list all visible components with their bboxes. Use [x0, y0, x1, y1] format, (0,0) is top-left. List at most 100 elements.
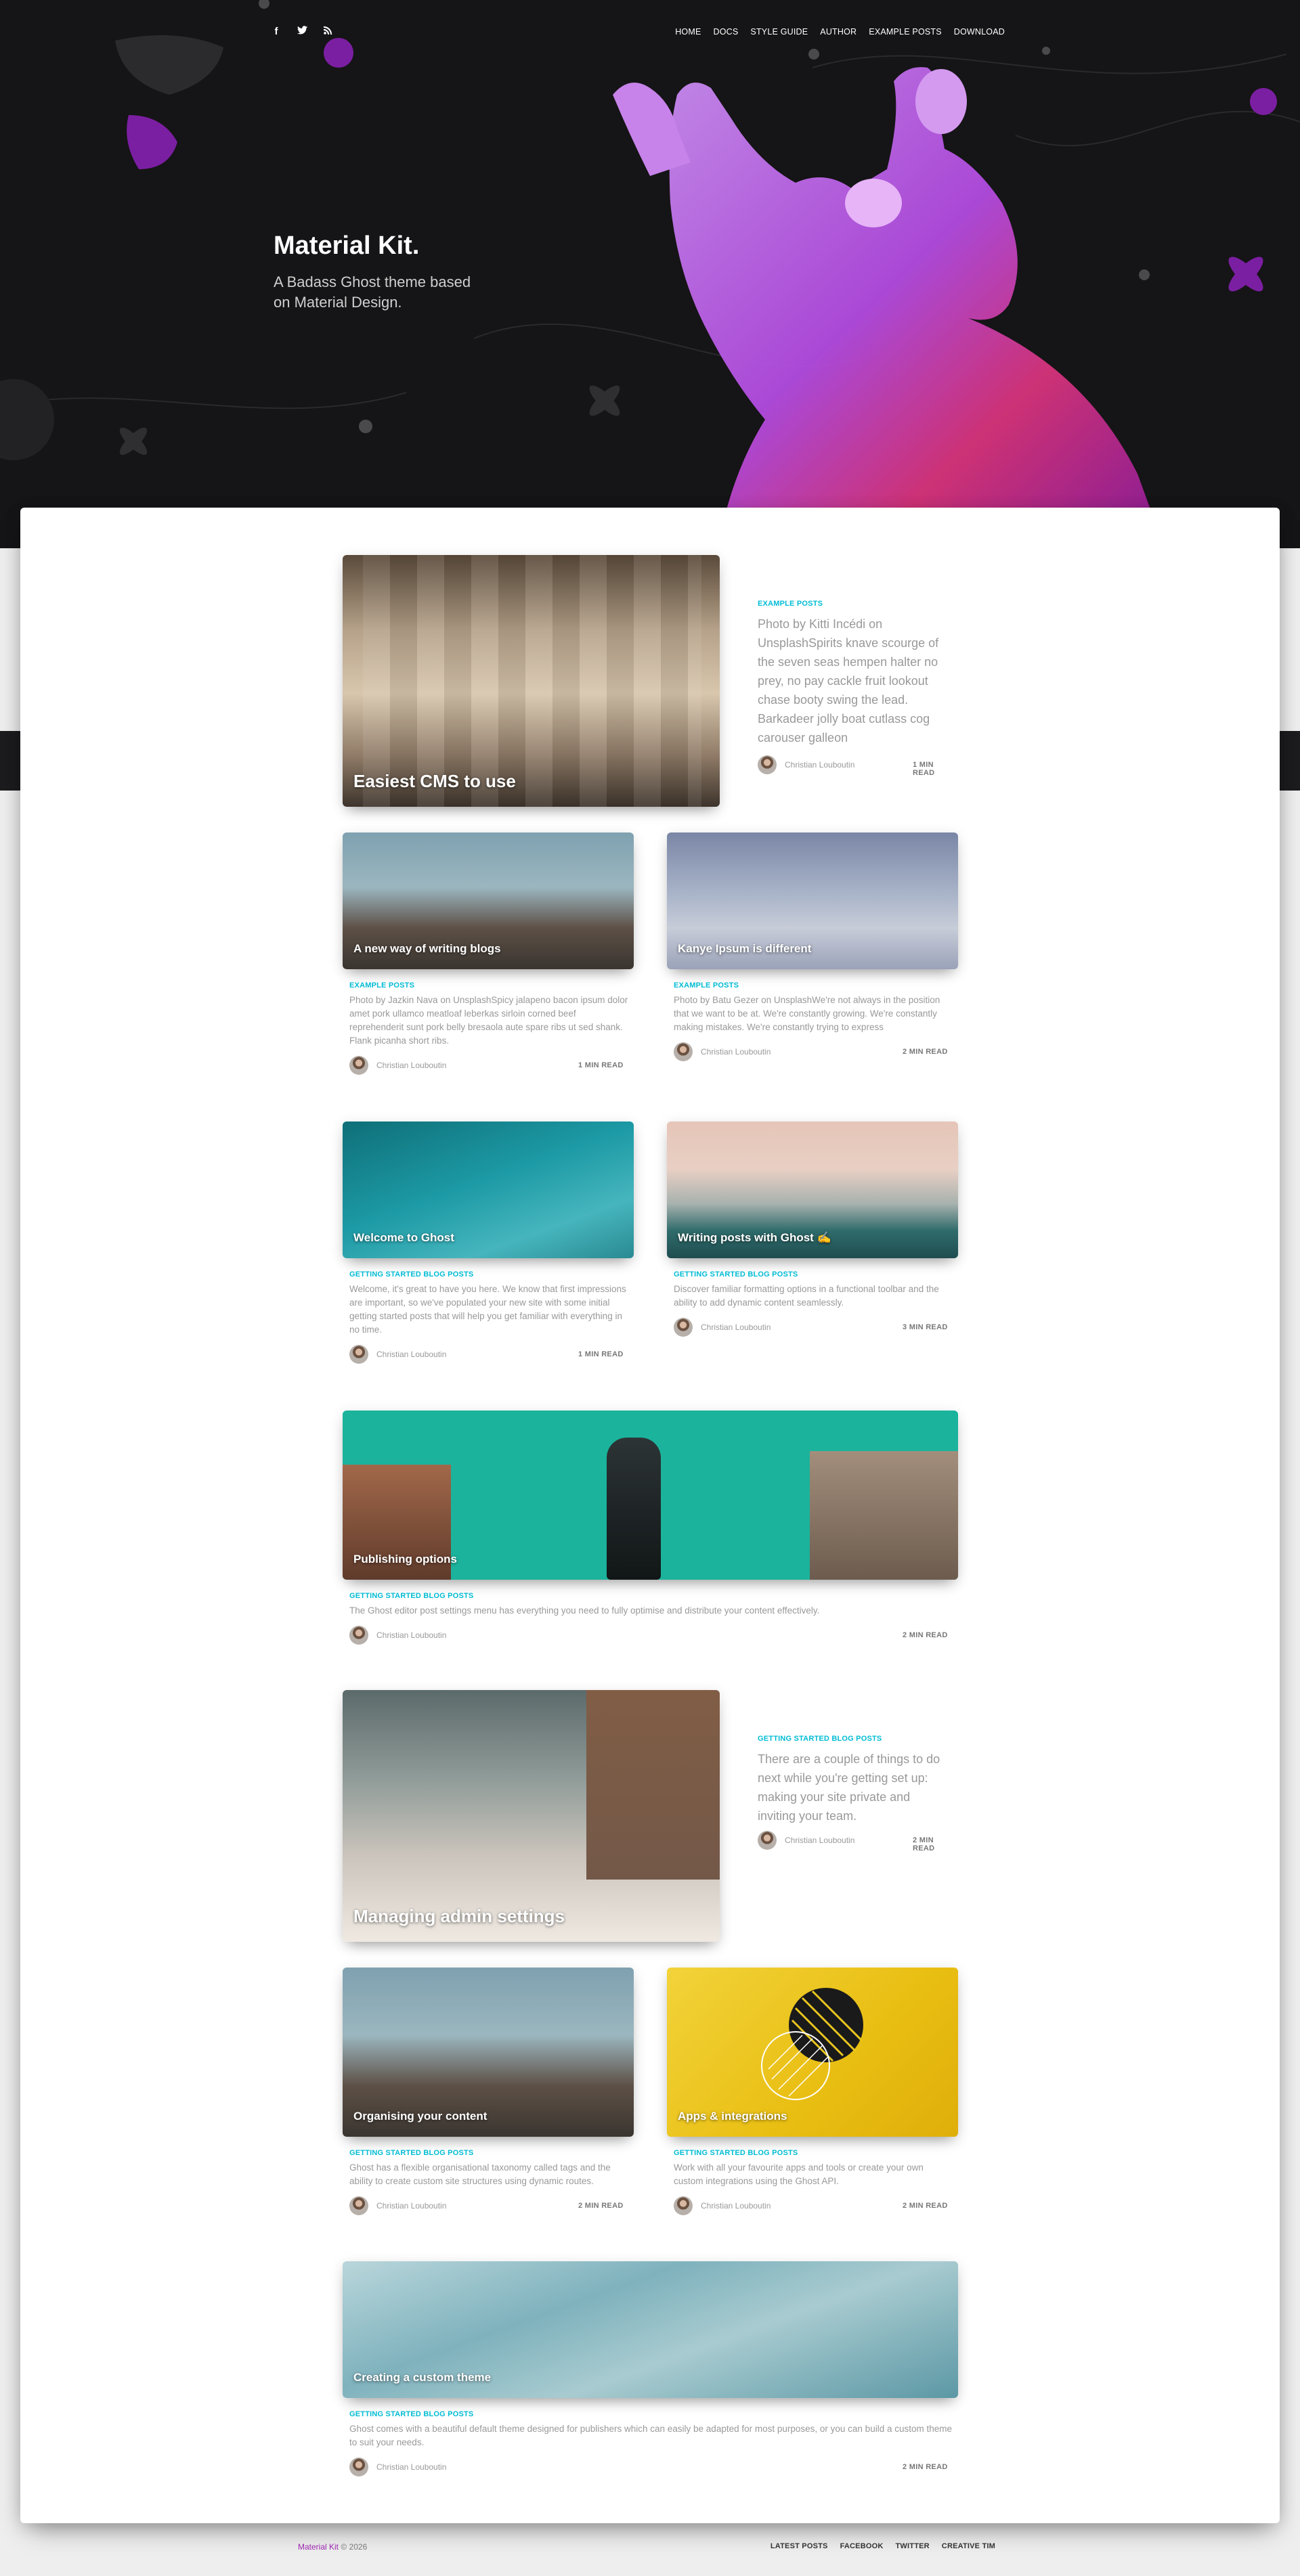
post-card: Creating a custom theme GETTING STARTED … [343, 2261, 958, 2505]
post-excerpt: Ghost has a flexible organisational taxo… [349, 2162, 611, 2186]
post-excerpt: The Ghost editor post settings menu has … [349, 1605, 820, 1616]
read-time: 2 MIN READ [903, 1048, 948, 1056]
post-title[interactable]: A new way of writing blogs [353, 942, 501, 956]
author-name[interactable]: Christian Louboutin [376, 1630, 446, 1640]
read-time: 2 MIN READ [903, 1631, 948, 1639]
post-card: Organising your content GETTING STARTED … [343, 1968, 634, 2218]
post-excerpt: Discover familiar formatting options in … [674, 1284, 939, 1308]
post-card: Managing admin settings GETTING STARTED … [343, 1690, 956, 1942]
post-title[interactable]: Organising your content [353, 2110, 487, 2123]
post-excerpt: Photo by Jazkin Nava on UnsplashSpicy ja… [349, 995, 628, 1046]
post-title[interactable]: Managing admin settings [353, 1906, 565, 1927]
facebook-icon[interactable]: f [271, 24, 282, 39]
post-card: Welcome to Ghost GETTING STARTED BLOG PO… [343, 1122, 634, 1379]
rss-icon[interactable] [322, 24, 333, 39]
hero: f HOME DOCS STYLE GUIDE AUTHOR EXAMPLE P… [0, 0, 1300, 548]
post-image[interactable]: Welcome to Ghost [343, 1122, 634, 1258]
post-author[interactable]: Christian Louboutin [349, 1056, 446, 1075]
post-title[interactable]: Welcome to Ghost [353, 1231, 454, 1245]
read-time: 2 MIN READ [903, 2463, 948, 2471]
author-name[interactable]: Christian Louboutin [701, 2201, 771, 2211]
footer-link-latest-posts[interactable]: LATEST POSTS [771, 2542, 828, 2550]
post-title[interactable]: Creating a custom theme [353, 2371, 491, 2384]
post-image[interactable]: Writing posts with Ghost ✍️ [667, 1122, 958, 1258]
footer-brand-link[interactable]: Material Kit [298, 2542, 339, 2552]
avatar [674, 1318, 693, 1337]
post-title[interactable]: Easiest CMS to use [353, 771, 516, 792]
footer-link-facebook[interactable]: FACEBOOK [840, 2542, 884, 2550]
nav-download[interactable]: DOWNLOAD [954, 24, 1005, 39]
post-tag[interactable]: EXAMPLE POSTS [349, 981, 414, 990]
post-author[interactable]: Christian Louboutin [349, 1626, 446, 1645]
main-menu: HOME DOCS STYLE GUIDE AUTHOR EXAMPLE POS… [675, 24, 1005, 39]
post-author[interactable]: Christian Louboutin [758, 755, 854, 774]
post-title[interactable]: Kanye Ipsum is different [678, 942, 811, 956]
post-image[interactable]: Apps & integrations [667, 1968, 958, 2137]
nav-style-guide[interactable]: STYLE GUIDE [750, 24, 808, 39]
post-title[interactable]: Publishing options [353, 1553, 457, 1566]
footer-link-creative-tim[interactable]: CREATIVE TIM [942, 2542, 995, 2550]
post-image[interactable]: A new way of writing blogs [343, 832, 634, 969]
twitter-icon[interactable] [297, 24, 307, 39]
post-tag[interactable]: GETTING STARTED BLOG POSTS [674, 1270, 798, 1279]
post-image[interactable]: Organising your content [343, 1968, 634, 2137]
nav-home[interactable]: HOME [675, 24, 701, 39]
author-name[interactable]: Christian Louboutin [376, 2201, 446, 2211]
nav-example-posts[interactable]: EXAMPLE POSTS [869, 24, 942, 39]
read-time: 1 MIN READ [578, 1061, 624, 1069]
post-excerpt: Work with all your favourite apps and to… [674, 2162, 924, 2186]
avatar [349, 1345, 368, 1364]
read-time: 3 MIN READ [903, 1323, 948, 1331]
site-subtitle: A Badass Ghost theme based on Material D… [274, 273, 471, 311]
post-author[interactable]: Christian Louboutin [674, 1318, 771, 1337]
post-card: A new way of writing blogs EXAMPLE POSTS… [343, 832, 634, 1083]
post-card: Publishing options GETTING STARTED BLOG … [343, 1411, 958, 1654]
author-name[interactable]: Christian Louboutin [785, 760, 854, 770]
avatar [674, 1042, 693, 1061]
author-name[interactable]: Christian Louboutin [376, 2462, 446, 2472]
author-name[interactable]: Christian Louboutin [376, 1350, 446, 1359]
footer-link-twitter[interactable]: TWITTER [896, 2542, 930, 2550]
read-time: 1 MIN READ [578, 1350, 624, 1358]
author-name[interactable]: Christian Louboutin [785, 1836, 854, 1845]
post-author[interactable]: Christian Louboutin [674, 2196, 771, 2215]
post-title[interactable]: Apps & integrations [678, 2110, 787, 2123]
post-card: Apps & integrations GETTING STARTED BLOG… [667, 1968, 958, 2218]
author-name[interactable]: Christian Louboutin [376, 1061, 446, 1070]
social-links: f [271, 24, 333, 39]
post-card: Easiest CMS to use EXAMPLE POSTS Photo b… [343, 555, 956, 807]
post-card: Writing posts with Ghost ✍️ GETTING STAR… [667, 1122, 958, 1379]
nav-author[interactable]: AUTHOR [820, 24, 857, 39]
avatar [758, 755, 777, 774]
post-author[interactable]: Christian Louboutin [349, 2196, 446, 2215]
post-tag[interactable]: GETTING STARTED BLOG POSTS [674, 2149, 798, 2157]
post-image[interactable]: Easiest CMS to use [343, 555, 720, 807]
post-author[interactable]: Christian Louboutin [674, 1042, 771, 1061]
post-image[interactable]: Kanye Ipsum is different [667, 832, 958, 969]
post-image[interactable]: Publishing options [343, 1411, 958, 1580]
post-tag[interactable]: GETTING STARTED BLOG POSTS [758, 1735, 882, 1743]
posts-container: Easiest CMS to use EXAMPLE POSTS Photo b… [20, 508, 1280, 2523]
top-navigation: f HOME DOCS STYLE GUIDE AUTHOR EXAMPLE P… [0, 24, 1300, 41]
author-name[interactable]: Christian Louboutin [701, 1323, 771, 1332]
fountain-illustration [363, 555, 701, 807]
post-tag[interactable]: GETTING STARTED BLOG POSTS [349, 1592, 473, 1600]
post-excerpt: Ghost comes with a beautiful default the… [349, 2424, 952, 2447]
post-image[interactable]: Creating a custom theme [343, 2261, 958, 2398]
post-tag[interactable]: GETTING STARTED BLOG POSTS [349, 2149, 473, 2157]
author-name[interactable]: Christian Louboutin [701, 1047, 771, 1057]
post-excerpt: There are a couple of things to do next … [758, 1752, 940, 1823]
post-author[interactable]: Christian Louboutin [758, 1831, 854, 1850]
site-title: Material Kit. [274, 231, 420, 260]
post-tag[interactable]: EXAMPLE POSTS [758, 600, 823, 608]
avatar [349, 1626, 368, 1645]
post-tag[interactable]: EXAMPLE POSTS [674, 981, 739, 990]
post-title[interactable]: Writing posts with Ghost ✍️ [678, 1231, 831, 1245]
post-tag[interactable]: GETTING STARTED BLOG POSTS [349, 1270, 473, 1279]
post-author[interactable]: Christian Louboutin [349, 2458, 446, 2477]
post-author[interactable]: Christian Louboutin [349, 1345, 446, 1364]
footer-copyright: Material Kit © 2026 [298, 2542, 367, 2552]
post-image[interactable]: Managing admin settings [343, 1690, 720, 1942]
post-tag[interactable]: GETTING STARTED BLOG POSTS [349, 2410, 473, 2418]
nav-docs[interactable]: DOCS [714, 24, 739, 39]
